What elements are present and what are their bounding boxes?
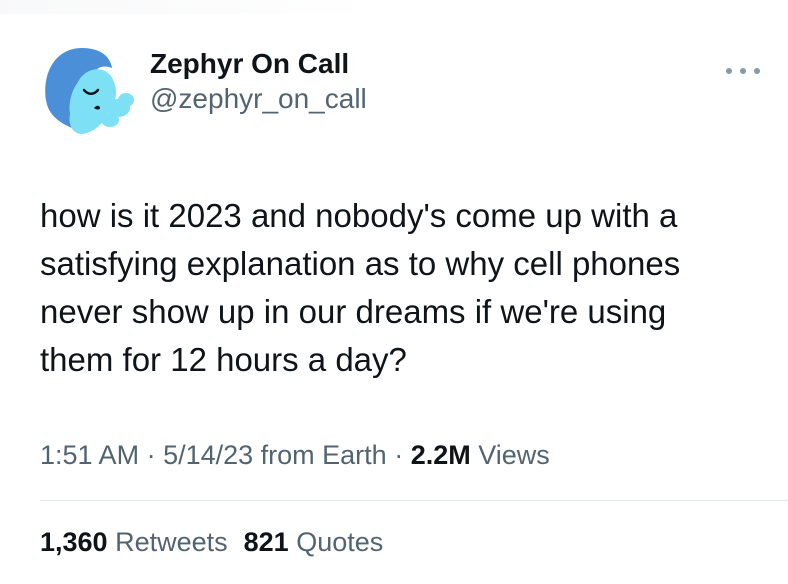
tweet-time[interactable]: 1:51 AM [40,440,139,470]
avatar[interactable] [38,42,136,140]
tweet-stats: 1,360 Retweets 821 Quotes [40,527,383,558]
views-label[interactable]: Views [471,440,550,470]
tweet-date[interactable]: 5/14/23 [163,440,253,470]
author-handle[interactable]: @zephyr_on_call [150,81,367,117]
tweet-header: Zephyr On Call @zephyr_on_call [38,42,367,140]
more-dot [726,68,732,74]
author-names: Zephyr On Call @zephyr_on_call [150,47,367,117]
tweet-meta: 1:51 AM · 5/14/23 from Earth · 2.2M View… [40,440,550,471]
retweets-label[interactable]: Retweets [108,527,228,557]
quotes-label[interactable]: Quotes [289,527,383,557]
avatar-cloud-face-icon [38,42,136,140]
more-dot [740,68,746,74]
tweet-source: from Earth [253,440,387,470]
quotes-count[interactable]: 821 [244,527,289,557]
meta-separator: · [386,440,411,470]
tweet-text: how is it 2023 and nobody's come up with… [40,197,681,378]
more-options-icon[interactable] [726,64,760,78]
views-count[interactable]: 2.2M [411,440,471,470]
top-fade [0,0,380,14]
author-display-name[interactable]: Zephyr On Call [150,47,367,81]
meta-separator: · [139,440,164,470]
retweets-count[interactable]: 1,360 [40,527,108,557]
more-dot [754,68,760,74]
divider [40,500,788,501]
